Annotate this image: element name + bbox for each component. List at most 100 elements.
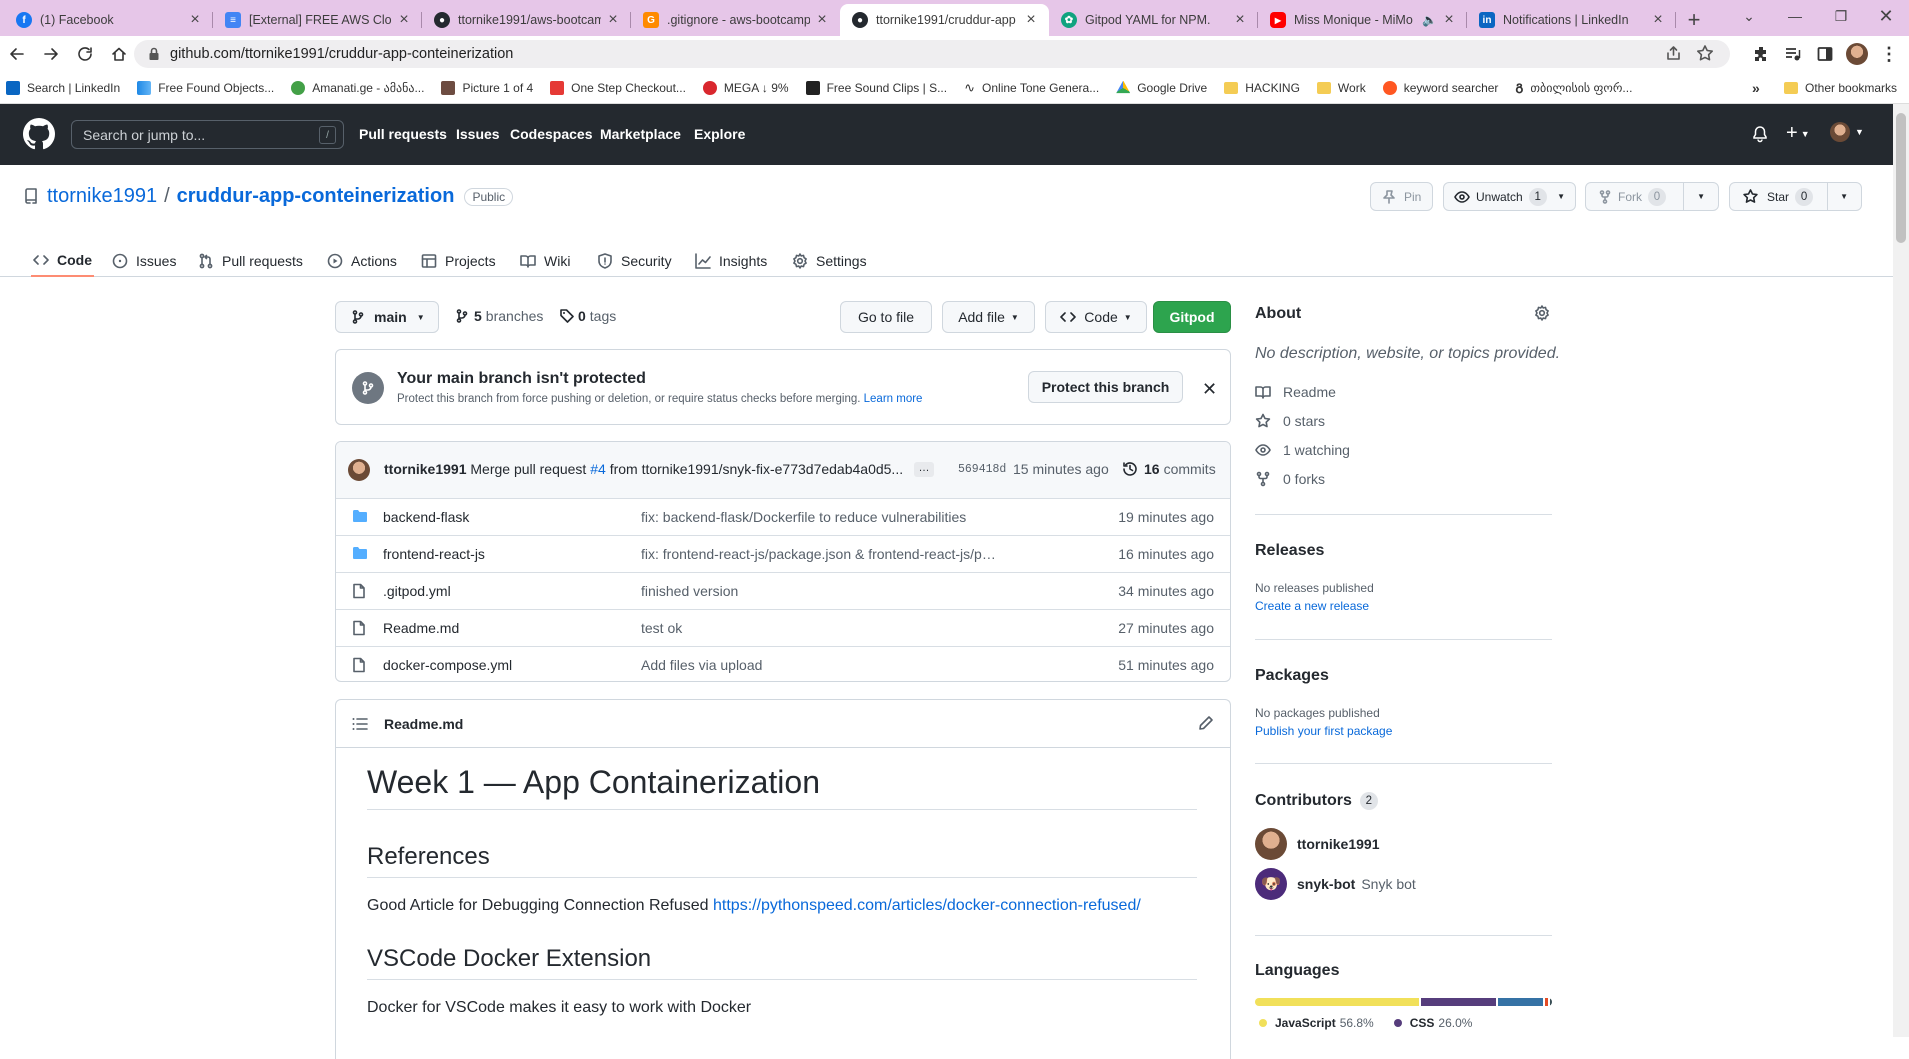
chrome-menu-icon[interactable]: ⋮ xyxy=(1874,39,1904,69)
close-tab-icon[interactable]: × xyxy=(396,11,412,29)
browser-tab[interactable]: G .gitignore - aws-bootcamp × xyxy=(631,4,840,36)
nav-pull-requests[interactable]: Pull requests xyxy=(359,126,447,142)
bookmark-item[interactable]: MEGA ↓ 9% xyxy=(702,80,789,95)
lock-icon[interactable] xyxy=(148,47,160,61)
commit-sha[interactable]: 569418d xyxy=(958,463,1006,476)
file-commit-message[interactable]: Add files via upload xyxy=(641,657,1001,673)
go-to-file-button[interactable]: Go to file xyxy=(840,301,932,333)
learn-more-link[interactable]: Learn more xyxy=(864,393,923,405)
star-button[interactable]: Star 0 ▼ xyxy=(1729,182,1862,211)
close-tab-icon[interactable]: × xyxy=(1441,11,1457,29)
new-tab-button[interactable]: + xyxy=(1676,4,1712,36)
bookmark-folder[interactable]: Work xyxy=(1316,81,1366,95)
forks-link[interactable]: 0 forks xyxy=(1255,471,1325,487)
github-logo-icon[interactable] xyxy=(23,118,55,150)
browser-tab[interactable]: f (1) Facebook × xyxy=(4,4,213,36)
file-commit-message[interactable]: finished version xyxy=(641,583,1001,599)
file-commit-message[interactable]: fix: frontend-react-js/package.json & fr… xyxy=(641,546,1001,562)
file-row[interactable]: Readme.md test ok 27 minutes ago xyxy=(336,609,1230,646)
fork-button[interactable]: Fork 0 ▼ xyxy=(1585,182,1719,211)
side-panel-icon[interactable] xyxy=(1810,39,1840,69)
nav-explore[interactable]: Explore xyxy=(694,126,745,142)
bookmark-item[interactable]: Google Drive xyxy=(1116,80,1207,95)
commit-message-suffix[interactable]: from ttornike1991/snyk-fix-e773d7edab4a0… xyxy=(610,461,903,477)
packages-heading[interactable]: Packages xyxy=(1255,667,1329,685)
readme-filename[interactable]: Readme.md xyxy=(384,716,463,732)
pr-link[interactable]: #4 xyxy=(590,461,606,477)
bookmark-item[interactable]: One Step Checkout... xyxy=(550,80,686,95)
commit-message-prefix[interactable]: Merge pull request xyxy=(470,461,586,477)
language-name[interactable]: CSS xyxy=(1410,1016,1435,1030)
close-tab-icon[interactable]: × xyxy=(814,11,830,29)
media-control-icon[interactable] xyxy=(1778,39,1808,69)
page-scrollbar[interactable] xyxy=(1893,104,1909,1037)
create-release-link[interactable]: Create a new release xyxy=(1255,599,1369,613)
tab-wiki[interactable]: Wiki xyxy=(520,245,570,277)
browser-tab[interactable]: in Notifications | LinkedIn × xyxy=(1467,4,1676,36)
pin-button[interactable]: Pin xyxy=(1370,182,1433,211)
file-row[interactable]: backend-flask fix: backend-flask/Dockerf… xyxy=(336,498,1230,535)
nav-marketplace[interactable]: Marketplace xyxy=(600,126,681,142)
browser-tab[interactable]: ● ttornike1991/aws-bootcam × xyxy=(422,4,631,36)
expand-commit-button[interactable]: … xyxy=(914,462,934,477)
gitpod-button[interactable]: Gitpod xyxy=(1153,301,1231,333)
close-tab-icon[interactable]: × xyxy=(1650,11,1666,29)
bookmark-item[interactable]: Free Found Objects... xyxy=(137,80,274,95)
gear-icon[interactable] xyxy=(1534,305,1550,321)
close-icon[interactable]: ✕ xyxy=(1202,379,1217,400)
close-tab-icon[interactable]: × xyxy=(1232,11,1248,29)
contributors-heading[interactable]: Contributors xyxy=(1255,792,1352,810)
browser-tab[interactable]: ≡ [External] FREE AWS Cloud × xyxy=(213,4,422,36)
repo-name-link[interactable]: cruddur-app-conteinerization xyxy=(177,185,455,208)
readme-link[interactable]: https://pythonspeed.com/articles/docker-… xyxy=(713,897,1141,914)
url-text[interactable]: github.com/ttornike1991/cruddur-app-cont… xyxy=(170,46,513,62)
browser-tab[interactable]: ▶ Miss Monique - MiMo 🔈 × xyxy=(1258,4,1467,36)
tab-pull-requests[interactable]: Pull requests xyxy=(198,245,303,277)
unwatch-button[interactable]: Unwatch 1 ▼ xyxy=(1443,182,1576,211)
back-button[interactable] xyxy=(0,39,34,69)
readme-link[interactable]: Readme xyxy=(1255,384,1336,400)
repo-owner-link[interactable]: ttornike1991 xyxy=(47,185,157,208)
scrollbar-thumb[interactable] xyxy=(1896,113,1906,243)
tab-search-icon[interactable]: ⌄ xyxy=(1726,0,1772,32)
tab-issues[interactable]: Issues xyxy=(112,245,176,277)
nav-issues[interactable]: Issues xyxy=(456,126,500,142)
reload-button[interactable] xyxy=(68,39,102,69)
close-tab-icon[interactable]: × xyxy=(605,11,621,29)
code-dropdown-button[interactable]: Code ▼ xyxy=(1045,301,1147,333)
tab-insights[interactable]: Insights xyxy=(695,245,767,277)
restore-icon[interactable]: ❐ xyxy=(1818,0,1864,32)
nav-codespaces[interactable]: Codespaces xyxy=(510,126,592,142)
file-name[interactable]: .gitpod.yml xyxy=(383,583,451,599)
file-name[interactable]: frontend-react-js xyxy=(383,546,485,562)
tab-actions[interactable]: Actions xyxy=(327,245,397,277)
forward-button[interactable] xyxy=(34,39,68,69)
pencil-icon[interactable] xyxy=(1198,715,1214,731)
bookmark-item[interactable]: Search | LinkedIn xyxy=(6,80,120,95)
close-tab-icon[interactable]: × xyxy=(187,11,203,29)
file-name[interactable]: docker-compose.yml xyxy=(383,657,512,673)
notifications-bell-icon[interactable] xyxy=(1752,126,1768,143)
bookmarks-overflow-button[interactable]: » xyxy=(1752,80,1760,96)
bookmark-item[interactable]: Picture 1 of 4 xyxy=(441,80,533,95)
commit-author[interactable]: ttornike1991 xyxy=(384,461,466,477)
file-row[interactable]: frontend-react-js fix: frontend-react-js… xyxy=(336,535,1230,572)
tab-code[interactable]: Code xyxy=(31,245,94,277)
file-commit-message[interactable]: fix: backend-flask/Dockerfile to reduce … xyxy=(641,509,1001,525)
user-menu-button[interactable]: ▼ xyxy=(1830,122,1864,142)
contributor-item[interactable]: ttornike1991 xyxy=(1255,828,1379,860)
file-row[interactable]: .gitpod.yml finished version 34 minutes … xyxy=(336,572,1230,609)
commits-history-link[interactable]: 16 commits xyxy=(1122,461,1216,477)
contributor-item[interactable]: 🐶 snyk-bot Snyk bot xyxy=(1255,868,1416,900)
list-icon[interactable] xyxy=(352,717,368,731)
close-tab-icon[interactable]: × xyxy=(1023,11,1039,29)
bookmark-item[interactable]: Amanati.ge - ამანა... xyxy=(291,80,424,95)
branches-link[interactable]: 5 branches xyxy=(456,308,543,324)
file-name[interactable]: backend-flask xyxy=(383,509,469,525)
tab-projects[interactable]: Projects xyxy=(421,245,496,277)
profile-avatar[interactable] xyxy=(1842,39,1872,69)
bookmark-folder[interactable]: HACKING xyxy=(1224,81,1300,95)
tab-security[interactable]: Security xyxy=(597,245,672,277)
tags-link[interactable]: 0 tags xyxy=(560,308,616,324)
github-search-input[interactable]: Search or jump to... / xyxy=(71,120,344,149)
